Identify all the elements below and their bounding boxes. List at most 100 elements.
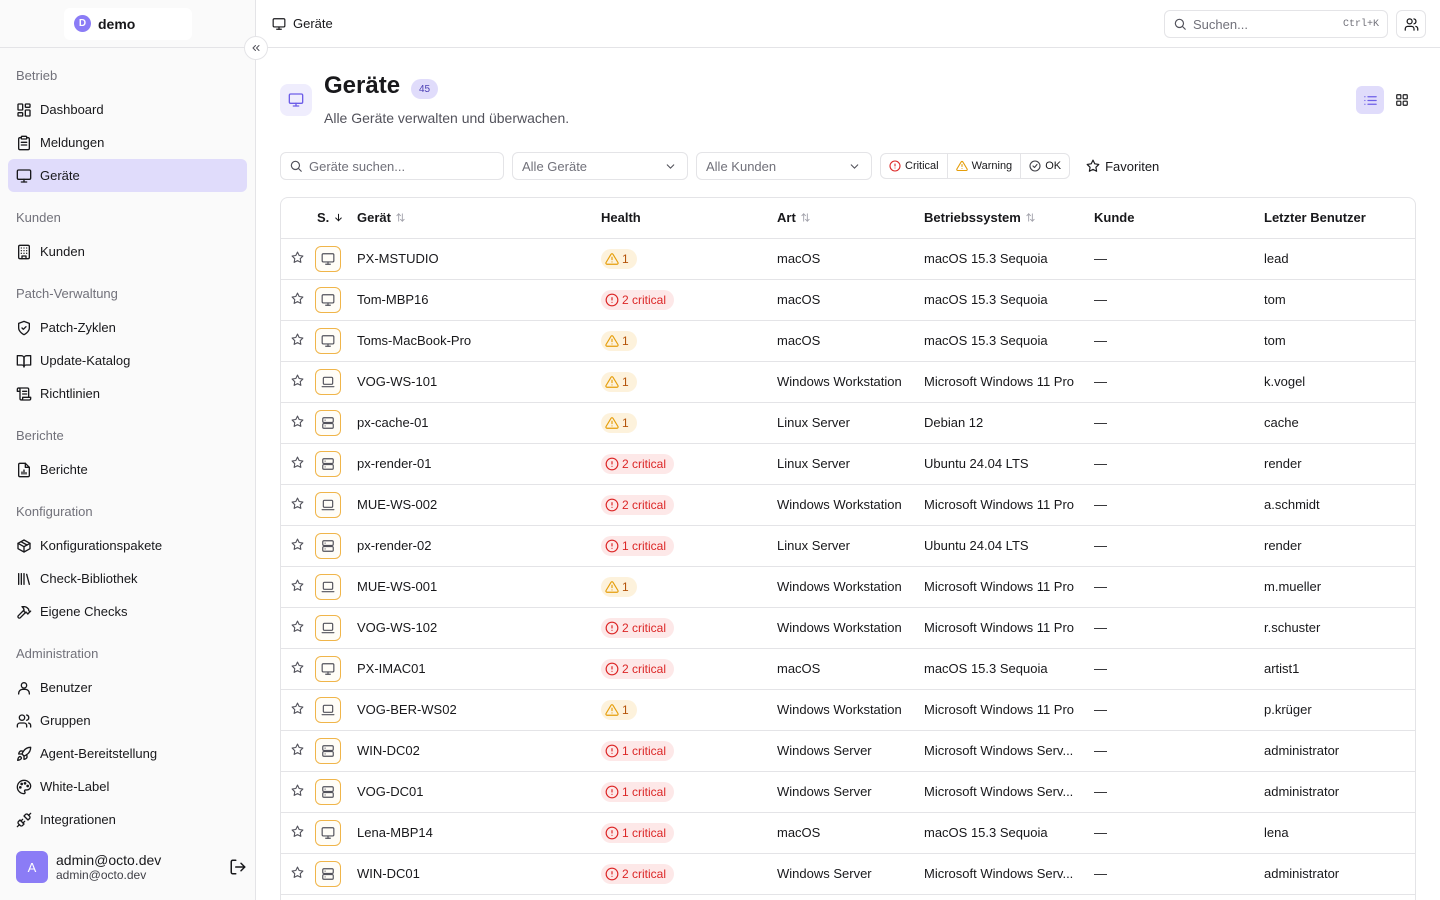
workspace-switcher[interactable]: D demo xyxy=(64,7,192,40)
favorite-toggle[interactable] xyxy=(291,333,304,346)
favorite-toggle[interactable] xyxy=(291,292,304,305)
building-icon xyxy=(18,244,30,259)
favorite-toggle[interactable] xyxy=(291,743,304,756)
header-device[interactable]: Gerät xyxy=(357,198,601,239)
avatar[interactable]: A xyxy=(16,851,48,883)
device-name-link[interactable]: px-render-02 xyxy=(357,538,431,553)
favorites-button[interactable]: Favoriten xyxy=(1080,152,1165,180)
health-badge-label: 1 critical xyxy=(622,825,667,840)
favorite-toggle[interactable] xyxy=(291,456,304,469)
sort-icon xyxy=(801,213,810,223)
device-type-select[interactable]: Alle Geräte xyxy=(512,152,688,180)
sidebar-item-richtlinien[interactable]: Richtlinien xyxy=(8,377,247,410)
table-row[interactable]: Lena-MBP14 1 critical macOS macOS 15.3 Sequ… xyxy=(281,812,1415,854)
table-row[interactable]: MUE-WS-001 1 Windows Workstation Microsoft … xyxy=(281,566,1415,608)
table-row[interactable]: WIN-DC01 2 critical Windows Server Microsof… xyxy=(281,853,1415,895)
favorite-toggle[interactable] xyxy=(291,661,304,674)
sidebar-item-berichte[interactable]: Berichte xyxy=(8,453,247,486)
status-filter-critical[interactable]: Critical xyxy=(881,154,948,178)
sidebar-item-kunden[interactable]: Kunden xyxy=(8,235,247,268)
global-search-input[interactable] xyxy=(1193,16,1333,32)
brand-name: demo xyxy=(98,15,136,32)
table-row[interactable]: PX-IMAC01 2 critical macOS macOS 15.3 Sequo… xyxy=(281,648,1415,690)
sidebar-item-benutzer[interactable]: Benutzer xyxy=(8,671,247,704)
header-type[interactable]: Art xyxy=(777,198,924,239)
table-row[interactable]: px-render-02 1 critical Linux Server Ubuntu… xyxy=(281,525,1415,567)
device-name-link[interactable]: Tom-MBP16 xyxy=(357,292,429,307)
favorite-toggle[interactable] xyxy=(291,825,304,838)
logout-button[interactable] xyxy=(228,857,248,877)
favorite-toggle[interactable] xyxy=(291,579,304,592)
sidebar-item-geräte[interactable]: Geräte xyxy=(8,159,247,192)
device-name-link[interactable]: px-render-01 xyxy=(357,456,431,471)
table-row[interactable]: VOG-WS-101 1 Windows Workstation Microsoft … xyxy=(281,361,1415,403)
type-cell: macOS xyxy=(777,648,924,690)
status-filter-warning[interactable]: Warning xyxy=(948,154,1022,178)
device-type-badge xyxy=(315,819,341,846)
sidebar-item-meldungen[interactable]: Meldungen xyxy=(8,126,247,159)
sidebar-item-dashboard[interactable]: Dashboard xyxy=(8,93,247,126)
favorite-toggle[interactable] xyxy=(291,374,304,387)
customer-select[interactable]: Alle Kunden xyxy=(696,152,872,180)
sidebar-item-konfigurationspakete[interactable]: Konfigurationspakete xyxy=(8,529,247,562)
grid-view-button[interactable] xyxy=(1388,86,1416,114)
table-row[interactable]: px-render-01 2 critical Linux Server Ubuntu… xyxy=(281,443,1415,485)
device-search[interactable] xyxy=(280,152,504,180)
favorite-toggle[interactable] xyxy=(291,415,304,428)
table-row[interactable]: Tom-MBP16 2 critical macOS macOS 15.3 Sequo… xyxy=(281,279,1415,321)
header-os[interactable]: Betriebssystem xyxy=(924,198,1094,239)
device-name-link[interactable]: px-cache-01 xyxy=(357,415,429,430)
table-row[interactable]: VOG-WS-102 2 critical Windows Workstation M… xyxy=(281,607,1415,649)
status-cell xyxy=(309,361,357,403)
device-name-link[interactable]: Lena-MBP14 xyxy=(357,825,433,840)
device-name-link[interactable]: VOG-DC01 xyxy=(357,784,423,799)
breadcrumb[interactable]: Geräte xyxy=(293,16,333,31)
alert-circle-icon xyxy=(605,785,619,798)
sidebar-item-eigene-checks[interactable]: Eigene Checks xyxy=(8,595,247,628)
device-name-link[interactable]: PX-IMAC01 xyxy=(357,661,426,676)
device-name-link[interactable]: WIN-DC01 xyxy=(357,866,420,881)
alert-circle-icon xyxy=(605,662,619,675)
table-row[interactable]: Toms-MacBook-Pro 1 macOS macOS 15.3 Sequoia… xyxy=(281,320,1415,362)
table-row[interactable]: VOG-DC01 1 critical Windows Server Microsof… xyxy=(281,771,1415,813)
table-row[interactable]: MUE-WS-002 2 critical Windows Workstation M… xyxy=(281,484,1415,526)
table-row[interactable]: WIN-DC02 1 critical Windows Server Microsof… xyxy=(281,730,1415,772)
server-icon xyxy=(322,457,334,470)
sidebar-item-patch-zyklen[interactable]: Patch-Zyklen xyxy=(8,311,247,344)
device-name-link[interactable]: Toms-MacBook-Pro xyxy=(357,333,471,348)
health-badge-label: 2 critical xyxy=(622,661,667,676)
favorite-toggle[interactable] xyxy=(291,497,304,510)
table-row[interactable]: PX-MSTUDIO 1 macOS macOS 15.3 Sequoia — lead xyxy=(281,238,1415,280)
table-row[interactable]: px-cache-01 1 Linux Server Debian 12— cache xyxy=(281,402,1415,444)
sort-icon xyxy=(396,213,405,223)
sidebar-item-agent-bereitstellung[interactable]: Agent-Bereitstellung xyxy=(8,737,247,770)
device-name-link[interactable]: VOG-WS-101 xyxy=(357,374,437,389)
list-view-button[interactable] xyxy=(1356,86,1384,114)
header-status[interactable]: S. xyxy=(309,198,357,239)
device-name-link[interactable]: PX-MSTUDIO xyxy=(357,251,439,266)
favorite-toggle[interactable] xyxy=(291,702,304,715)
account-button[interactable] xyxy=(1396,10,1426,38)
favorite-toggle[interactable] xyxy=(291,251,304,264)
favorite-toggle[interactable] xyxy=(291,620,304,633)
device-name-link[interactable]: MUE-WS-002 xyxy=(357,497,437,512)
sidebar-item-check-bibliothek[interactable]: Check-Bibliothek xyxy=(8,562,247,595)
device-name-link[interactable]: VOG-BER-WS02 xyxy=(357,702,457,717)
global-search[interactable]: Ctrl+K xyxy=(1164,10,1388,38)
device-search-input[interactable] xyxy=(309,158,489,174)
favorite-cell xyxy=(281,812,309,854)
sidebar-item-white-label[interactable]: White-Label xyxy=(8,770,247,803)
sidebar-item-integrationen[interactable]: Integrationen xyxy=(8,803,247,836)
favorite-toggle[interactable] xyxy=(291,538,304,551)
table-row[interactable]: VOG-BER-WS02 1 Windows Workstation Microsof… xyxy=(281,689,1415,731)
favorite-toggle[interactable] xyxy=(291,784,304,797)
device-name-link[interactable]: MUE-WS-001 xyxy=(357,579,437,594)
nav-icon-wrap xyxy=(16,746,32,762)
favorite-toggle[interactable] xyxy=(291,866,304,879)
sidebar-collapse-button[interactable] xyxy=(244,36,268,60)
status-filter-ok[interactable]: OK xyxy=(1021,154,1069,178)
sidebar-item-gruppen[interactable]: Gruppen xyxy=(8,704,247,737)
device-name-link[interactable]: VOG-WS-102 xyxy=(357,620,437,635)
device-name-link[interactable]: WIN-DC02 xyxy=(357,743,420,758)
sidebar-item-update-katalog[interactable]: Update-Katalog xyxy=(8,344,247,377)
